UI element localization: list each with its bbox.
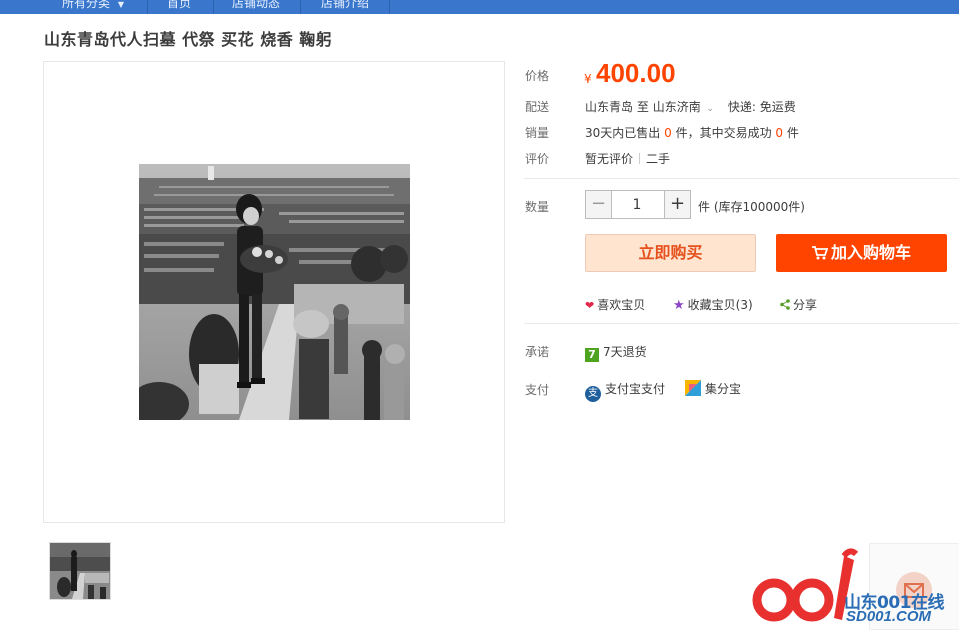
thumbnail-graphic (50, 543, 110, 599)
dropdown-arrow-icon: ▼ (117, 0, 124, 9)
delivery-info: 山东青岛 至 山东济南 ⌄ 快递: 免运费 (585, 98, 796, 115)
seven-day-badge-icon: 7 (585, 348, 599, 362)
promise-text: 7天退货 (603, 345, 647, 359)
price-value: 400.00 (596, 58, 676, 88)
jifenbao-label: 集分宝 (705, 382, 742, 396)
payment-label: 支付 (525, 383, 550, 397)
sales-info: 30天内已售出 0 件，其中交易成功 0 件 (585, 124, 799, 141)
cart-icon (811, 246, 829, 260)
nav-divider (147, 0, 148, 14)
favorite-label: 收藏宝贝(3) (687, 298, 753, 312)
currency-symbol: ¥ (584, 72, 592, 86)
alipay-label: 支付宝支付 (605, 382, 666, 396)
sales-unit1: 件，其中交易成功 (675, 126, 772, 140)
product-photo[interactable] (139, 164, 410, 420)
share-icon (780, 299, 790, 310)
jifenbao-icon (685, 380, 701, 396)
promise-label: 承诺 (525, 345, 550, 359)
add-to-cart-label: 加入购物车 (830, 243, 911, 262)
section-divider (524, 178, 959, 179)
quantity-increase-button[interactable]: + (664, 191, 690, 218)
buy-now-button[interactable]: 立即购买 (585, 234, 756, 272)
jifenbao-item[interactable]: 集分宝 (685, 380, 741, 397)
add-to-cart-button[interactable]: 加入购物车 (776, 234, 947, 272)
product-title: 山东青岛代人扫墓 代祭 买花 烧香 鞠躬 (44, 30, 333, 49)
sales-unit2: 件 (786, 126, 799, 140)
promise-item[interactable]: 7 7天退货 (585, 343, 647, 362)
alipay-icon: 支 (585, 386, 601, 402)
quantity-input[interactable] (612, 191, 662, 218)
delivery-destination: 山东济南 (652, 100, 701, 114)
nav-home[interactable]: 首页 (167, 0, 191, 14)
delivery-destination-select[interactable]: 山东济南 ⌄ (653, 100, 718, 114)
nav-divider (300, 0, 301, 14)
express-info: 快递: 免运费 (727, 100, 796, 114)
review-text[interactable]: 暂无评价 (585, 152, 633, 166)
price-label: 价格 (525, 69, 550, 83)
section-divider (524, 323, 959, 324)
nav-all-categories-label: 所有分类 (62, 0, 111, 10)
star-icon: ★ (673, 298, 685, 313)
cemetery-photo-graphic (139, 164, 410, 420)
nav-divider (213, 0, 214, 14)
delivery-to-word: 至 (636, 100, 649, 114)
condition-text: 二手 (646, 152, 671, 166)
delivery-from: 山东青岛 (585, 100, 634, 114)
stock-info: 件 (库存100000件) (698, 200, 805, 214)
review-divider (639, 153, 641, 164)
quantity-decrease-button[interactable]: − (586, 191, 612, 218)
sold-count: 0 (664, 126, 672, 140)
nav-divider (389, 0, 390, 14)
review-info: 暂无评价 二手 (585, 150, 670, 167)
chevron-down-icon: ⌄ (706, 104, 715, 114)
heart-icon: ❤ (585, 299, 595, 312)
nav-all-categories[interactable]: 所有分类 ▼ (62, 0, 124, 14)
like-label: 喜欢宝贝 (597, 298, 646, 312)
site-watermark: 山东001在线 SD001.COM (752, 548, 959, 628)
review-label: 评价 (525, 152, 550, 166)
alipay-item[interactable]: 支支付宝支付 (585, 380, 665, 402)
top-nav-bar: 所有分类 ▼ 首页 店铺动态 店铺介绍 (0, 0, 959, 14)
nav-store-news[interactable]: 店铺动态 (232, 0, 280, 14)
like-action[interactable]: ❤ 喜欢宝贝 (585, 296, 645, 313)
nav-store-intro[interactable]: 店铺介绍 (321, 0, 369, 14)
quantity-label: 数量 (525, 200, 550, 214)
sales-label: 销量 (525, 126, 550, 140)
quantity-stepper: − + (585, 190, 691, 219)
share-label: 分享 (793, 298, 818, 312)
main-image-box (43, 61, 505, 523)
success-count: 0 (775, 126, 784, 140)
sales-prefix: 30天内已售出 (585, 126, 661, 140)
watermark-url: SD001.COM (846, 608, 932, 625)
favorite-action[interactable]: ★ 收藏宝贝(3) (673, 296, 753, 313)
thumbnail-image[interactable] (49, 542, 111, 600)
share-action[interactable]: 分享 (780, 296, 817, 313)
delivery-label: 配送 (525, 100, 550, 114)
